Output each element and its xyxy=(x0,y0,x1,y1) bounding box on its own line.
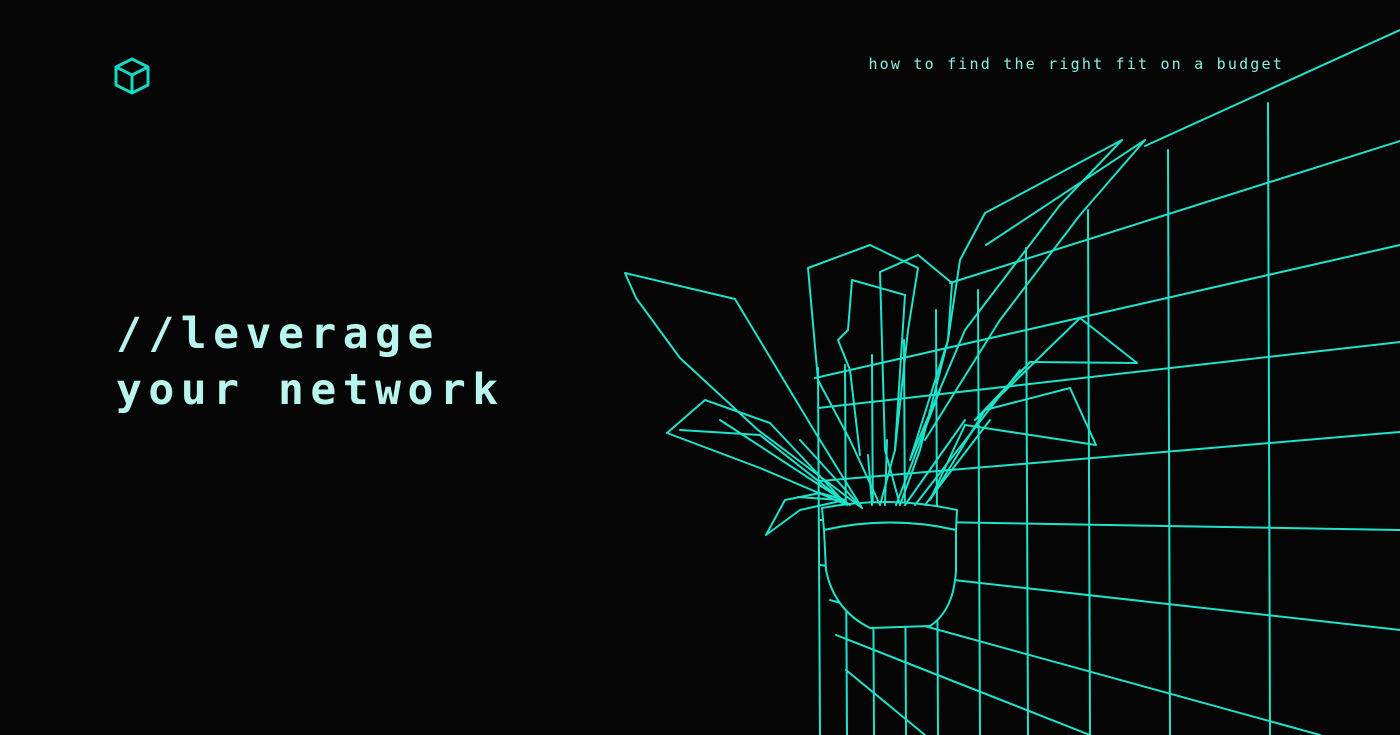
hero-banner: how to find the right fit on a budget //… xyxy=(0,0,1400,735)
headline-line-1: //leverage xyxy=(116,309,440,359)
grid-vertical-lines xyxy=(817,102,1271,735)
cube-logo-icon[interactable] xyxy=(112,56,152,96)
plant-pot xyxy=(821,501,958,629)
headline: //leverage your network xyxy=(116,306,505,418)
headline-line-2: your network xyxy=(116,365,505,415)
tagline: how to find the right fit on a budget xyxy=(868,55,1284,73)
